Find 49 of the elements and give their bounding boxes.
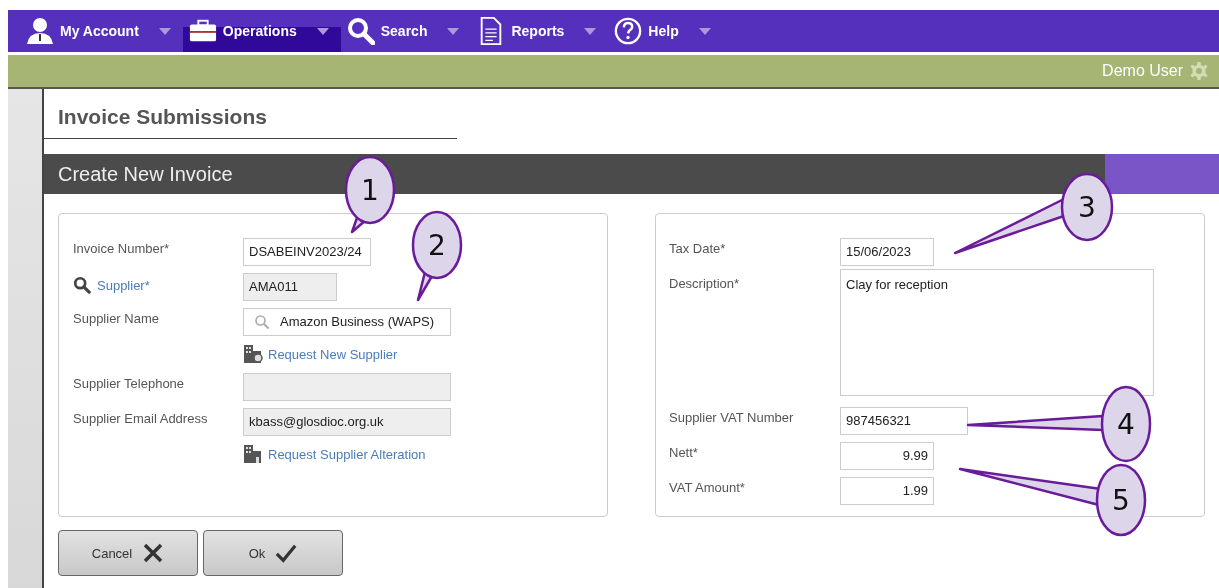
field-label: Tax Date* <box>669 241 726 256</box>
field-label-link[interactable]: Supplier* <box>97 277 150 293</box>
input-field[interactable]: DSABEINV2023/24 <box>243 237 371 266</box>
input-field[interactable] <box>243 372 451 401</box>
field-label: Supplier VAT Number <box>669 410 794 425</box>
callout-bubble: 4 <box>966 385 1152 463</box>
link[interactable]: Request New Supplier <box>268 346 398 362</box>
field-label: VAT Amount* <box>669 480 745 495</box>
field-label: Supplier Telephone <box>73 376 185 391</box>
callout-bubble: 5 <box>958 463 1147 537</box>
building-gear-icon <box>243 344 263 364</box>
building-icon <box>243 444 263 464</box>
callout-bubble: 3 <box>953 172 1114 255</box>
input-field[interactable]: 1.99 <box>840 476 934 505</box>
field-label: Invoice Number* <box>73 241 170 256</box>
settings-icon[interactable] <box>1189 61 1209 81</box>
search-field[interactable]: Amazon Business (WAPS) <box>243 307 451 336</box>
checkmark-icon <box>275 542 298 564</box>
close-icon <box>142 542 165 564</box>
user-icon <box>26 17 54 45</box>
text-area[interactable]: Clay for reception <box>840 269 1154 396</box>
caret-icon <box>158 27 171 35</box>
cancel-button[interactable]: Cancel <box>58 530 198 576</box>
search-icon <box>254 313 270 330</box>
search-icon[interactable] <box>73 276 91 294</box>
field-label: Description* <box>669 276 740 291</box>
input-field[interactable]: AMA011 <box>243 272 337 301</box>
field-label: Supplier Name <box>73 311 159 326</box>
input-field[interactable]: 987456321 <box>840 406 968 435</box>
ok-button[interactable]: Ok <box>203 530 343 576</box>
caret-icon <box>316 27 329 35</box>
caret-icon <box>584 27 597 35</box>
user-name: Demo User <box>1102 62 1183 80</box>
menu-item[interactable]: My Account <box>20 10 183 52</box>
field-label: Nett* <box>669 445 698 460</box>
link[interactable]: Request Supplier Alteration <box>268 446 426 462</box>
menu-item[interactable]: Help <box>608 10 723 52</box>
page-title: Invoice Submissions <box>58 105 268 129</box>
input-field[interactable]: kbass@glosdioc.org.uk <box>243 407 451 436</box>
field-label: Supplier Email Address <box>73 411 208 426</box>
menu-item[interactable]: Search <box>340 10 472 52</box>
input-field[interactable]: 9.99 <box>840 441 934 470</box>
input-field[interactable]: 15/06/2023 <box>840 237 934 266</box>
caret-icon <box>447 27 460 35</box>
help-icon <box>614 17 643 45</box>
caret-icon <box>698 27 711 35</box>
search-icon <box>346 17 375 45</box>
menu-item[interactable]: Reports <box>471 10 609 52</box>
form-title: Create New Invoice <box>57 162 234 186</box>
